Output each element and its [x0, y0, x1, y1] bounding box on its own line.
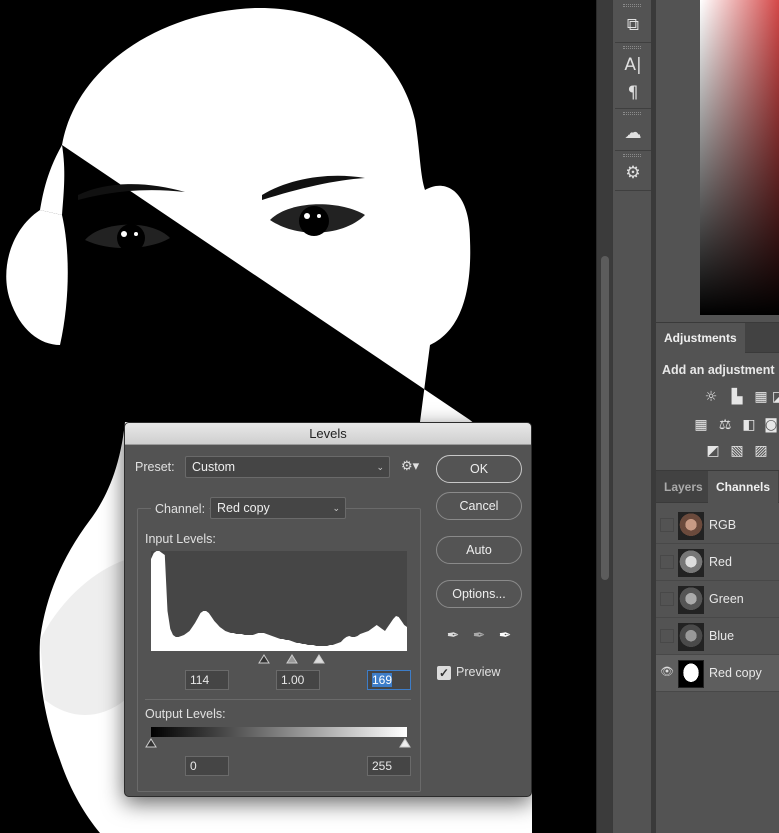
channel-label: Blue [709, 629, 735, 643]
output-sliders[interactable] [145, 737, 415, 751]
channel-label: RGB [709, 518, 737, 532]
channel-row-red[interactable]: Red [656, 544, 779, 581]
channel-thumbnail [678, 660, 704, 688]
histogram [151, 551, 407, 651]
cancel-button[interactable]: Cancel [436, 492, 522, 520]
curves-icon[interactable]: ▦ [752, 389, 770, 405]
input-black-field[interactable]: 114 [185, 670, 229, 690]
bw-icon[interactable]: ◧ [740, 417, 758, 433]
channel-label: Red [709, 555, 732, 569]
preset-dropdown[interactable]: Custom ⌄ [185, 456, 390, 478]
brightness-icon[interactable]: ☼ [702, 389, 720, 405]
eye-icon[interactable]: 👁 [660, 666, 674, 680]
output-white-field[interactable]: 255 [367, 756, 411, 776]
tab-adjustments[interactable]: Adjustments [656, 323, 745, 353]
channel-thumbnail [678, 586, 704, 614]
balance-icon[interactable]: ⚖ [716, 417, 734, 433]
black-point-slider[interactable] [258, 654, 270, 664]
strip-divider [615, 190, 651, 191]
tab-layers[interactable]: Layers [656, 471, 711, 503]
input-levels-label: Input Levels: [145, 532, 216, 546]
channel-thumbnail [678, 549, 704, 577]
channel-dropdown[interactable]: Red copy ⌄ [210, 497, 346, 519]
paragraph-icon[interactable]: ¶ [619, 80, 647, 106]
white-point-slider[interactable] [313, 654, 325, 664]
preset-label: Preset: [135, 460, 175, 474]
gray-eyedropper-icon[interactable]: ✒ [469, 625, 489, 645]
black-eyedropper-icon[interactable]: ✒ [443, 625, 463, 645]
channel-thumbnail [678, 512, 704, 540]
options-button[interactable]: Options... [436, 580, 522, 608]
channel-row-rgb[interactable]: RGB [656, 507, 779, 544]
output-levels-label: Output Levels: [145, 707, 226, 721]
channel-label: Red copy [709, 666, 762, 680]
threshold-icon[interactable]: ▨ [752, 443, 770, 459]
preset-value: Custom [192, 460, 236, 474]
hue-icon[interactable]: ▦ [692, 417, 710, 433]
channel-row-red-copy[interactable]: 👁 Red copy [656, 655, 779, 692]
chevron-down-icon: ⌄ [376, 462, 384, 472]
strip-grip[interactable] [623, 112, 641, 115]
visibility-toggle[interactable] [660, 592, 674, 606]
scrollbar-thumb[interactable] [601, 256, 609, 580]
input-white-value: 169 [372, 673, 393, 687]
channel-row-green[interactable]: Green [656, 581, 779, 618]
channel-row-blue[interactable]: Blue [656, 618, 779, 655]
channels-tab-bar: Layers Channels [656, 471, 779, 503]
visibility-toggle[interactable] [660, 518, 674, 532]
canvas-vertical-scrollbar[interactable] [596, 0, 612, 833]
section-divider [145, 699, 411, 700]
tab-channels[interactable]: Channels [708, 471, 779, 503]
auto-button[interactable]: Auto [436, 536, 522, 564]
cc-libraries-icon[interactable]: ☁ [619, 120, 647, 146]
panel-tool-strip: ⧉ A| ¶ ☁ ⚙ [612, 0, 652, 833]
strip-divider [615, 108, 651, 109]
channel-label: Green [709, 592, 744, 606]
char-panel-icon[interactable]: ⧉ [619, 12, 647, 38]
exposure-icon[interactable]: ◪ [772, 389, 779, 405]
channel-thumbnail [678, 623, 704, 651]
posterize-icon[interactable]: ▧ [728, 443, 746, 459]
channels-panel: Layers Channels RGB Red Green Blue 👁 Red… [656, 470, 779, 833]
photo-filter-icon[interactable]: ◙ [762, 417, 779, 433]
output-white-slider[interactable] [399, 738, 411, 748]
input-white-field[interactable]: 169 [367, 670, 411, 690]
strip-grip[interactable] [623, 46, 641, 49]
strip-grip[interactable] [623, 154, 641, 157]
preview-label: Preview [456, 665, 501, 679]
levels-dialog: Levels Preset: Custom ⌄ ⚙▾ Channel: Red … [124, 422, 532, 797]
gamma-slider[interactable] [286, 654, 298, 664]
channel-value: Red copy [217, 501, 270, 515]
output-black-field[interactable]: 0 [185, 756, 229, 776]
preview-checkbox[interactable]: ✓ [437, 666, 451, 680]
preset-options-gear-icon[interactable]: ⚙▾ [401, 458, 419, 474]
type-panel-icon[interactable]: A| [619, 52, 647, 78]
visibility-toggle[interactable] [660, 629, 674, 643]
properties-icon[interactable]: ⚙ [619, 160, 647, 186]
input-gamma-field[interactable]: 1.00 [276, 670, 320, 690]
output-gradient [151, 727, 407, 737]
chevron-down-icon: ⌄ [332, 503, 340, 513]
input-sliders[interactable] [255, 653, 325, 667]
color-field[interactable] [700, 0, 779, 315]
adjustments-panel: Adjustments Add an adjustment ☼ ▙ ▦ ◪ ▦ … [656, 322, 779, 470]
channel-label: Channel: [151, 502, 210, 516]
invert-icon[interactable]: ◩ [704, 443, 722, 459]
adjustments-tab-bar: Adjustments [656, 323, 779, 353]
levels-icon[interactable]: ▙ [728, 389, 746, 405]
strip-grip[interactable] [623, 4, 641, 7]
strip-divider [615, 42, 651, 43]
ok-button[interactable]: OK [436, 455, 522, 483]
strip-divider [615, 150, 651, 151]
dialog-title[interactable]: Levels [125, 423, 531, 445]
white-eyedropper-icon[interactable]: ✒ [495, 625, 515, 645]
adjustments-subtitle: Add an adjustment [662, 363, 775, 377]
output-black-slider[interactable] [145, 738, 157, 748]
visibility-toggle[interactable] [660, 555, 674, 569]
